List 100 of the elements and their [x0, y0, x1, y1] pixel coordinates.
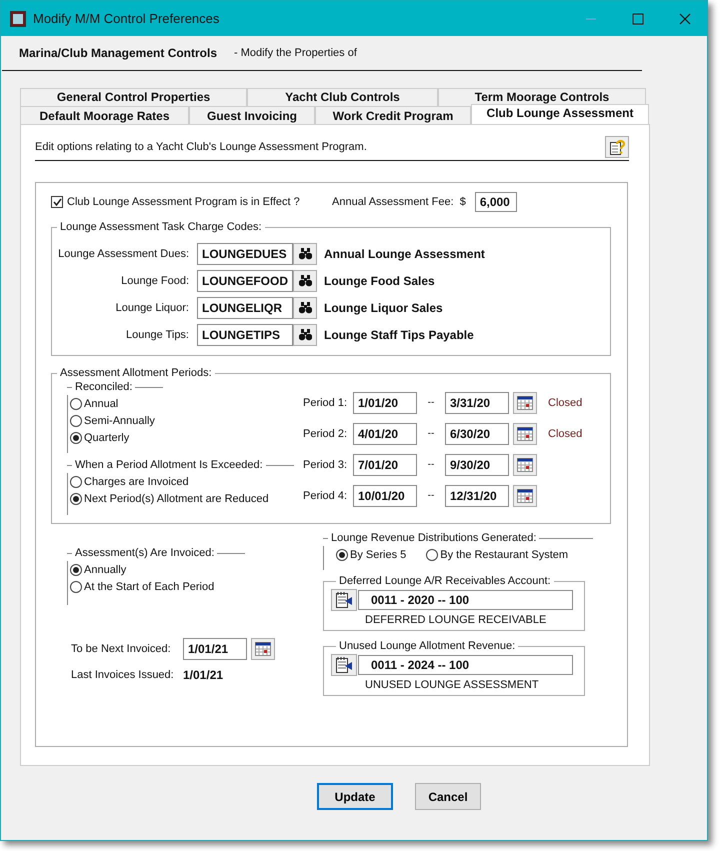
field-label: Last Invoices Issued:: [71, 669, 175, 681]
radio-button[interactable]: [70, 476, 82, 488]
calendar-button[interactable]: [513, 454, 537, 476]
input-field[interactable]: 1/01/21: [183, 638, 247, 660]
description-text: Edit options relating to a Yacht Club's Lounge Assessment Program.: [35, 141, 367, 153]
account-lookup-button[interactable]: [331, 654, 357, 676]
checkmark-icon: [52, 198, 62, 206]
checkbox-label: Club Lounge Assessment Program is in Effect ?: [67, 196, 301, 208]
field-label: Lounge Assessment Dues:: [57, 248, 189, 260]
radio-button[interactable]: [70, 398, 82, 410]
group-title: Lounge Assessment Task Charge Codes:: [59, 221, 263, 233]
field-label: Period 3:: [303, 458, 348, 470]
field-label: Period 1:: [303, 396, 348, 408]
binoculars-icon: [298, 302, 312, 314]
date-separator: --: [426, 459, 436, 470]
maximize-icon: [632, 12, 644, 24]
date-field[interactable]: 4/01/20: [353, 422, 417, 444]
section-title: Marina/Club Management Controls: [19, 46, 218, 60]
date-separator: --: [426, 428, 436, 439]
date-field[interactable]: 10/01/20: [353, 484, 417, 506]
group-title: Reconciled:: [74, 381, 134, 393]
account-field[interactable]: 0011 - 2024 -- 100: [358, 655, 573, 675]
radio-button[interactable]: [70, 414, 82, 426]
radio-label: Next Period(s) Allotment are Reduced: [84, 492, 269, 504]
account-description: UNUSED LOUNGE ASSESSMENT: [365, 679, 540, 691]
code-description: Lounge Food Sales: [324, 274, 435, 288]
currency-label: $: [460, 196, 466, 208]
radio-button[interactable]: [70, 492, 82, 504]
date-separator: --: [426, 397, 436, 408]
period-status: Closed: [548, 428, 582, 440]
tab[interactable]: Club Lounge Assessment: [471, 104, 649, 124]
notepad-icon: [335, 591, 353, 609]
calendar-icon: [517, 426, 533, 440]
radio-button[interactable]: [70, 432, 82, 444]
tab[interactable]: Work Credit Program: [315, 106, 471, 124]
calendar-button[interactable]: [513, 392, 537, 414]
date-field[interactable]: 9/30/20: [445, 454, 509, 476]
date-field[interactable]: 3/31/20: [445, 392, 509, 414]
code-description: Lounge Liquor Sales: [324, 300, 443, 314]
field-label: Period 2:: [303, 428, 348, 440]
calendar-icon: [517, 458, 533, 472]
lookup-button[interactable]: [293, 324, 317, 346]
radio-label: Annual: [84, 398, 118, 410]
period-status: Closed: [548, 396, 582, 408]
field-label: Lounge Liquor:: [114, 302, 189, 314]
binoculars-icon: [298, 274, 312, 286]
radio-button[interactable]: [426, 548, 438, 560]
code-field[interactable]: LOUNGELIQR: [197, 296, 293, 318]
calendar-button[interactable]: [513, 484, 537, 506]
dialog-button[interactable]: Cancel: [415, 783, 481, 810]
app-icon: [10, 10, 26, 26]
fee-field[interactable]: 6,000: [474, 192, 517, 212]
binoculars-icon: [298, 248, 312, 260]
date-field[interactable]: 12/31/20: [445, 484, 509, 506]
radio-button[interactable]: [70, 564, 82, 576]
window-title: Modify M/M Control Preferences: [33, 11, 220, 26]
lookup-button[interactable]: [293, 242, 317, 264]
date-field[interactable]: 6/30/20: [445, 422, 509, 444]
close-icon: [679, 12, 691, 24]
tab[interactable]: General Control Properties: [20, 88, 247, 106]
tab[interactable]: Guest Invoicing: [189, 106, 315, 124]
field-label: Period 4:: [303, 490, 348, 502]
calendar-icon: [517, 396, 533, 410]
radio-label: Annually: [84, 564, 126, 576]
group-title: Assessment Allotment Periods:: [59, 367, 213, 379]
account-field[interactable]: 0011 - 2020 -- 100: [358, 590, 573, 610]
radio-label: Quarterly: [84, 432, 130, 444]
radio-label: Charges are Invoiced: [84, 476, 189, 488]
code-field[interactable]: LOUNGETIPS: [197, 324, 293, 346]
tab[interactable]: Default Moorage Rates: [20, 106, 189, 124]
calendar-button[interactable]: [251, 638, 275, 660]
tab[interactable]: Yacht Club Controls: [247, 88, 438, 106]
section-subtitle: - Modify the Properties of: [234, 47, 357, 59]
group-title: Assessment(s) Are Invoiced:: [74, 547, 216, 559]
calendar-icon: [517, 488, 533, 502]
code-description: Annual Lounge Assessment: [324, 246, 485, 260]
account-lookup-button[interactable]: [331, 589, 357, 611]
tab[interactable]: Term Moorage Controls: [438, 88, 646, 106]
field-label: Lounge Tips:: [125, 328, 189, 340]
lookup-button[interactable]: [293, 296, 317, 318]
help-icon: [609, 139, 625, 155]
field-label: Annual Assessment Fee:: [332, 196, 454, 208]
group-title: Unused Lounge Allotment Revenue:: [338, 640, 516, 652]
date-field[interactable]: 7/01/20: [353, 454, 417, 476]
date-field[interactable]: 1/01/20: [353, 392, 417, 414]
account-description: DEFERRED LOUNGE RECEIVABLE: [365, 614, 548, 626]
lookup-button[interactable]: [293, 270, 317, 292]
code-field[interactable]: LOUNGEFOOD: [197, 270, 293, 292]
checkbox[interactable]: [51, 196, 63, 208]
group-title: Deferred Lounge A/R Receivables Account:: [338, 575, 552, 587]
code-field[interactable]: LOUNGEDUES: [197, 242, 293, 264]
dialog-button[interactable]: Update: [317, 783, 393, 810]
calendar-icon: [255, 642, 271, 656]
radio-button[interactable]: [336, 548, 348, 560]
radio-label: At the Start of Each Period: [84, 580, 214, 592]
radio-label: By Series 5: [350, 548, 406, 560]
field-label: To be Next Invoiced:: [71, 643, 172, 655]
help-button[interactable]: [605, 136, 629, 158]
radio-button[interactable]: [70, 580, 82, 592]
calendar-button[interactable]: [513, 422, 537, 444]
